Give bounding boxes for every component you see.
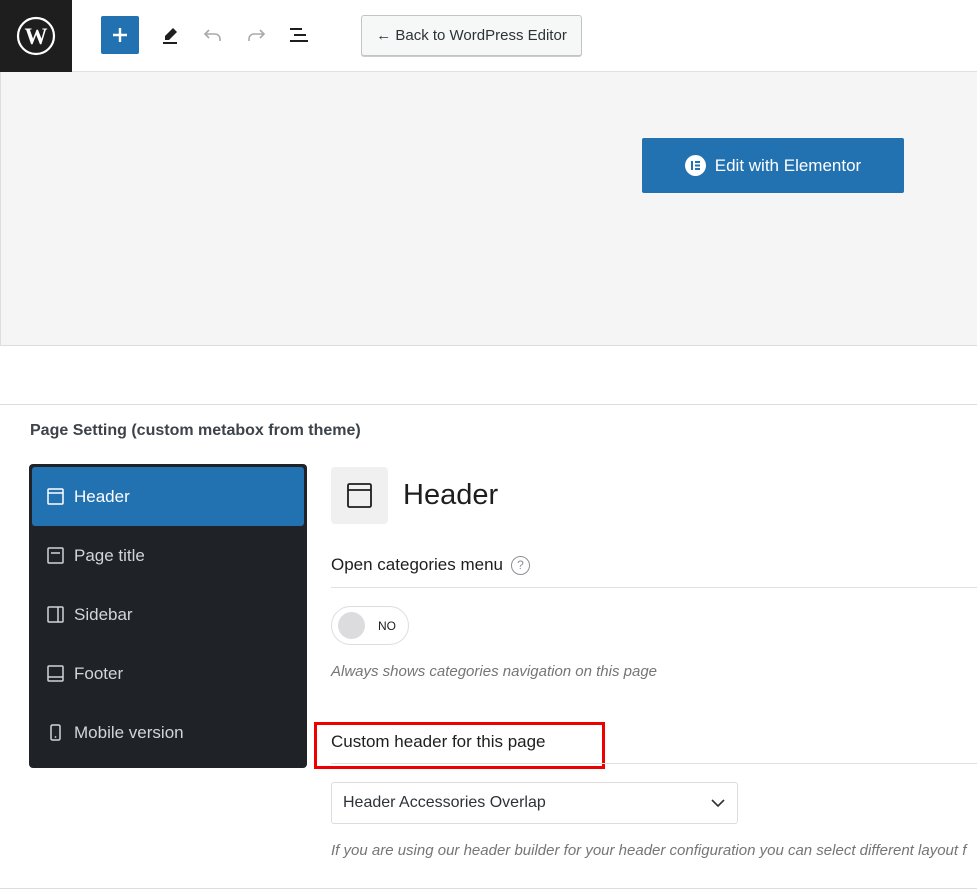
open-categories-menu-toggle[interactable]: NO xyxy=(331,606,409,645)
list-view-button[interactable] xyxy=(280,16,318,54)
highlight-box xyxy=(314,722,605,769)
metabox-title: Page Setting (custom metabox from theme) xyxy=(30,422,361,439)
divider xyxy=(0,888,977,889)
editor-canvas: Edit with Elementor xyxy=(0,72,977,346)
header-layout-icon xyxy=(46,488,64,506)
editor-toolbar: W ← Back to WordPress Editor xyxy=(0,0,977,72)
field-label-open-categories-menu: Open categories menu ? xyxy=(331,555,530,575)
edit-with-elementor-label: Edit with Elementor xyxy=(714,155,862,175)
undo-button[interactable] xyxy=(194,16,232,54)
page-title-icon xyxy=(46,547,64,565)
custom-header-select[interactable]: Header Accessories Overlap xyxy=(331,782,738,824)
undo-icon xyxy=(203,29,221,41)
divider xyxy=(0,404,977,405)
nav-item-label: Sidebar xyxy=(74,604,133,624)
list-view-icon xyxy=(290,28,308,42)
metabox-nav: Header Page title Sidebar Footer Mobile … xyxy=(29,464,307,768)
add-block-button[interactable] xyxy=(101,16,139,54)
plus-icon xyxy=(113,28,127,42)
mobile-icon xyxy=(46,724,64,742)
nav-item-mobile-version[interactable]: Mobile version xyxy=(32,703,304,762)
nav-item-sidebar[interactable]: Sidebar xyxy=(32,585,304,644)
field-divider xyxy=(331,587,977,588)
chevron-down-icon xyxy=(711,798,725,807)
panel-title: Header xyxy=(403,479,499,511)
wordpress-logo-icon[interactable]: W xyxy=(0,0,72,72)
nav-item-label: Page title xyxy=(74,545,145,565)
select-value: Header Accessories Overlap xyxy=(343,794,546,811)
field-description: If you are using our header builder for … xyxy=(331,842,967,859)
nav-item-header[interactable]: Header xyxy=(32,467,304,526)
elementor-icon xyxy=(684,155,706,176)
header-layout-icon xyxy=(331,467,388,524)
tools-button[interactable] xyxy=(151,16,189,54)
nav-item-page-title[interactable]: Page title xyxy=(32,526,304,585)
redo-icon xyxy=(248,29,266,41)
question-icon[interactable]: ? xyxy=(511,555,530,575)
field-label-text: Open categories menu xyxy=(331,555,503,574)
footer-layout-icon xyxy=(46,665,64,683)
nav-item-label: Mobile version xyxy=(74,722,184,742)
nav-item-footer[interactable]: Footer xyxy=(32,644,304,703)
pencil-icon xyxy=(163,28,177,44)
sidebar-layout-icon xyxy=(46,606,64,624)
toggle-knob xyxy=(338,612,365,639)
nav-item-label: Footer xyxy=(74,663,124,683)
back-to-wordpress-editor-button[interactable]: ← Back to WordPress Editor xyxy=(361,15,582,56)
nav-item-label: Header xyxy=(74,486,130,506)
field-description: Always shows categories navigation on th… xyxy=(331,663,658,680)
svg-text:W: W xyxy=(25,24,48,49)
toggle-state-label: NO xyxy=(378,618,396,633)
edit-with-elementor-button[interactable]: Edit with Elementor xyxy=(642,138,904,193)
field-divider xyxy=(331,763,977,764)
redo-button[interactable] xyxy=(237,16,275,54)
